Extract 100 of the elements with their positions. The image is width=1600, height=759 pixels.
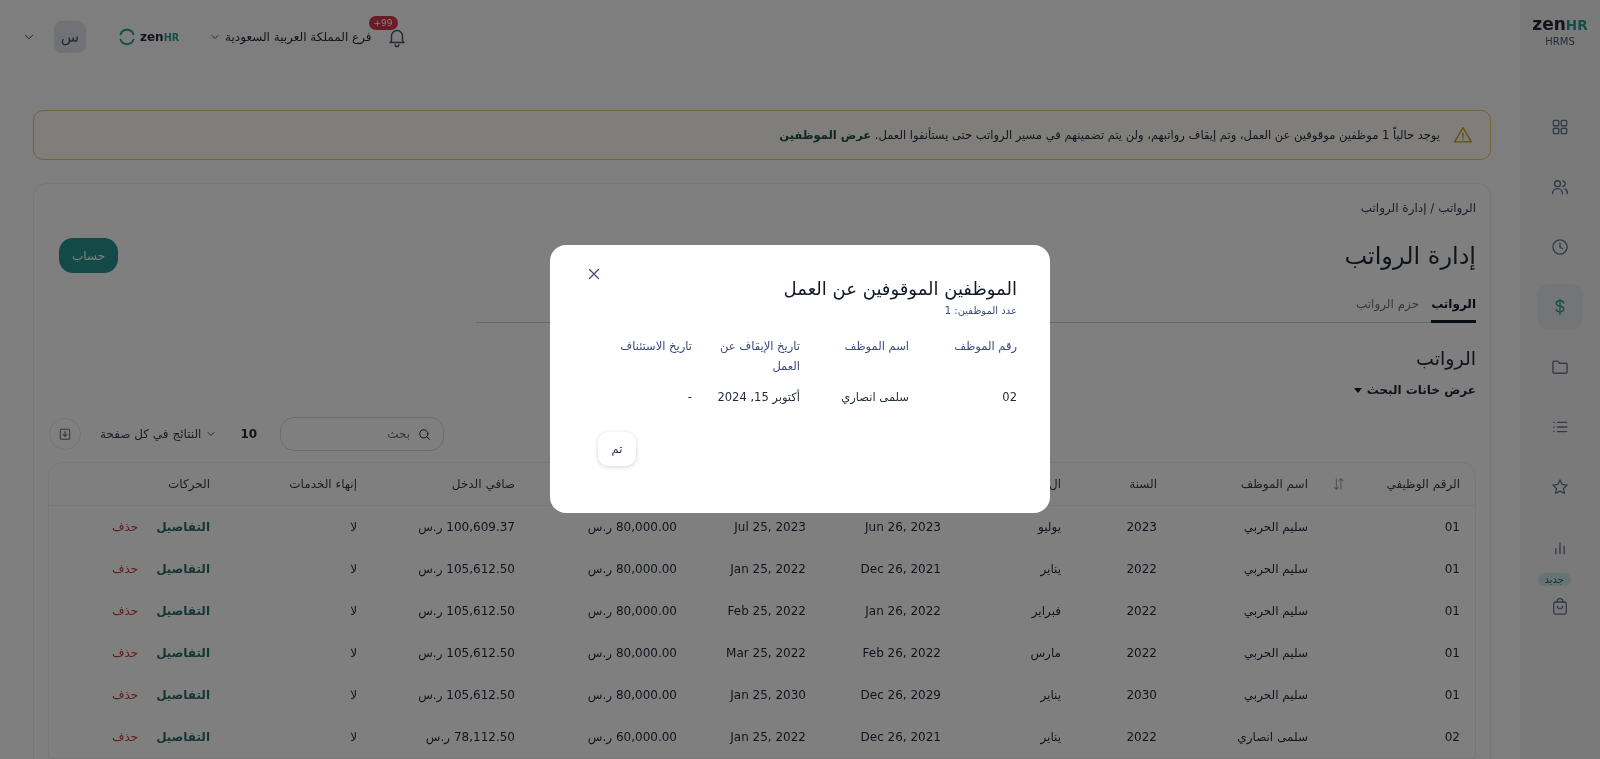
table-cell-text: - xyxy=(686,390,692,404)
dialog-title: الموظفين الموقوفين عن العمل xyxy=(783,278,1017,299)
table-cell: Dec 26, 2029 xyxy=(860,688,941,702)
column-header[interactable]: السنة xyxy=(1129,477,1157,491)
table-cell: Jun 26, 2023 xyxy=(865,520,941,534)
details-link[interactable]: التفاصيل xyxy=(156,646,210,660)
column-header[interactable]: الحركات xyxy=(167,477,210,491)
table-cell: لا xyxy=(350,604,357,618)
logo: zenHR xyxy=(1532,14,1588,34)
table-cell-text: أكتوبر 15, 2024 xyxy=(716,390,800,404)
details-link[interactable]: التفاصيل xyxy=(156,562,210,576)
table-cell: 80,000.00 ر.س xyxy=(587,688,677,702)
notification-badge: +99 xyxy=(368,15,398,30)
page-size-dropdown[interactable]: النتائج في كل صفحة xyxy=(100,427,218,441)
caret-icon xyxy=(1353,387,1362,393)
people-icon xyxy=(1550,177,1570,197)
download-icon xyxy=(57,426,73,442)
table-cell: 02 xyxy=(1444,730,1460,744)
employee-count: عدد الموظفين: 1 xyxy=(944,305,1017,316)
table-cell: مارس xyxy=(1030,646,1061,660)
avatar[interactable]: س xyxy=(54,20,86,53)
column-header[interactable]: إنهاء الخدمات xyxy=(289,477,357,491)
search-field[interactable]: بحث xyxy=(280,417,445,451)
table-cell: لا xyxy=(350,688,357,702)
table-cell: Dec 26, 2021 xyxy=(860,730,941,744)
sort-icon[interactable] xyxy=(1331,476,1347,492)
column-header[interactable]: الرقم الوظيفي xyxy=(1386,477,1460,491)
table-cell: 60,000.00 ر.س xyxy=(587,730,677,744)
column-header[interactable]: ال xyxy=(1048,477,1061,491)
details-link[interactable]: التفاصيل xyxy=(156,520,210,534)
done-button[interactable]: تم xyxy=(598,432,636,466)
view-employees-link[interactable]: عرض الموظفين xyxy=(779,128,872,143)
new-badge: جديد xyxy=(1537,573,1571,586)
logo: zenHR xyxy=(140,29,180,44)
column-header: اسم الموظف xyxy=(843,338,909,355)
product-name: HRMS xyxy=(1545,36,1575,47)
table-cell: فبراير xyxy=(1031,604,1061,618)
table-cell: 01 xyxy=(1444,562,1460,576)
delete-link[interactable]: حذف xyxy=(111,688,139,702)
table-cell: Jan 25, 2022 xyxy=(730,730,806,744)
table-cell: لا xyxy=(350,646,357,660)
table-cell: 01 xyxy=(1444,520,1460,534)
table-cell: 105,612.50 ر.س xyxy=(418,604,515,618)
column-header: تاريخ الاستئناف xyxy=(619,338,692,355)
details-link[interactable]: التفاصيل xyxy=(156,688,210,702)
table-cell: 80,000.00 ر.س xyxy=(587,646,677,660)
delete-link[interactable]: حذف xyxy=(111,646,139,660)
column-header: تاريخ الإيقاف عن العمل xyxy=(719,338,800,375)
details-link[interactable]: التفاصيل xyxy=(156,730,210,744)
table-cell: 105,612.50 ر.س xyxy=(418,688,515,702)
section-title: الرواتب xyxy=(1416,347,1476,369)
table-cell: سليم الحربي xyxy=(1243,646,1308,660)
table-cell: يوليو xyxy=(1038,520,1061,534)
sidebar-item[interactable] xyxy=(1537,284,1583,330)
table-cell: 01 xyxy=(1444,646,1460,660)
banner-message: يوجد حالياً 1 موظفين موقوفين عن العمل، وتم إيقاف رواتبهم، ولن يتم تضمينهم في مسير الرواتب حتى يستأنفوا العمل. عرض الموظفين xyxy=(779,128,1440,143)
table-cell-text: سلمى انصاري xyxy=(840,390,909,404)
page-title: إدارة الرواتب xyxy=(1344,241,1476,270)
table-cell-text: 02 xyxy=(1001,390,1017,404)
column-header[interactable]: اسم الموظف xyxy=(1240,477,1308,491)
table-cell: Mar 25, 2022 xyxy=(726,646,806,660)
grid-icon xyxy=(1550,117,1570,137)
table-cell: 01 xyxy=(1444,688,1460,702)
table-cell: يناير xyxy=(1040,562,1061,576)
table-cell: 2022 xyxy=(1126,604,1157,618)
tab[interactable]: الرواتب xyxy=(1431,287,1476,323)
table-cell: Jul 25, 2023 xyxy=(734,520,806,534)
table-cell: 01 xyxy=(1444,604,1460,618)
delete-link[interactable]: حذف xyxy=(111,604,139,618)
branch-dropdown[interactable]: فرع المملكة العربية السعودية xyxy=(209,29,372,44)
table-cell: 2022 xyxy=(1126,562,1157,576)
table-cell: سليم الحربي xyxy=(1243,688,1308,702)
table-cell: Jan 26, 2022 xyxy=(865,604,941,618)
calculate-button[interactable]: حساب xyxy=(59,238,119,273)
search-icon xyxy=(417,427,433,442)
table-cell: يناير xyxy=(1040,730,1061,744)
page-size-value: 10 xyxy=(240,427,258,441)
table-cell: 78,112.50 ر.س xyxy=(425,730,515,744)
table-cell: Dec 26, 2021 xyxy=(860,562,941,576)
table-cell: Feb 26, 2022 xyxy=(862,646,941,660)
search-toggle[interactable]: عرض خانات البحث xyxy=(1353,383,1476,397)
column-header[interactable]: صافي الدخل xyxy=(451,477,515,491)
table-cell: 105,612.50 ر.س xyxy=(418,562,515,576)
clock-icon xyxy=(1550,237,1570,257)
table-cell: يناير xyxy=(1040,688,1061,702)
tab[interactable]: حزم الرواتب xyxy=(1355,287,1420,323)
delete-link[interactable]: حذف xyxy=(111,562,139,576)
delete-link[interactable]: حذف xyxy=(111,730,139,744)
table-cell: سليم الحربي xyxy=(1243,520,1308,534)
breadcrumb[interactable]: الرواتب / إدارة الرواتب xyxy=(1360,201,1476,215)
column-header: رقم الموظف xyxy=(953,338,1017,355)
table-cell: 80,000.00 ر.س xyxy=(587,520,677,534)
table-cell: سلمى انصاري xyxy=(1237,730,1308,744)
table-cell: Jan 25, 2030 xyxy=(730,688,806,702)
delete-link[interactable]: حذف xyxy=(111,520,139,534)
table-cell: لا xyxy=(350,562,357,576)
table-cell: 80,000.00 ر.س xyxy=(587,604,677,618)
details-link[interactable]: التفاصيل xyxy=(156,604,210,618)
table-cell: 2030 xyxy=(1126,688,1157,702)
table-cell: سليم الحربي xyxy=(1243,604,1308,618)
